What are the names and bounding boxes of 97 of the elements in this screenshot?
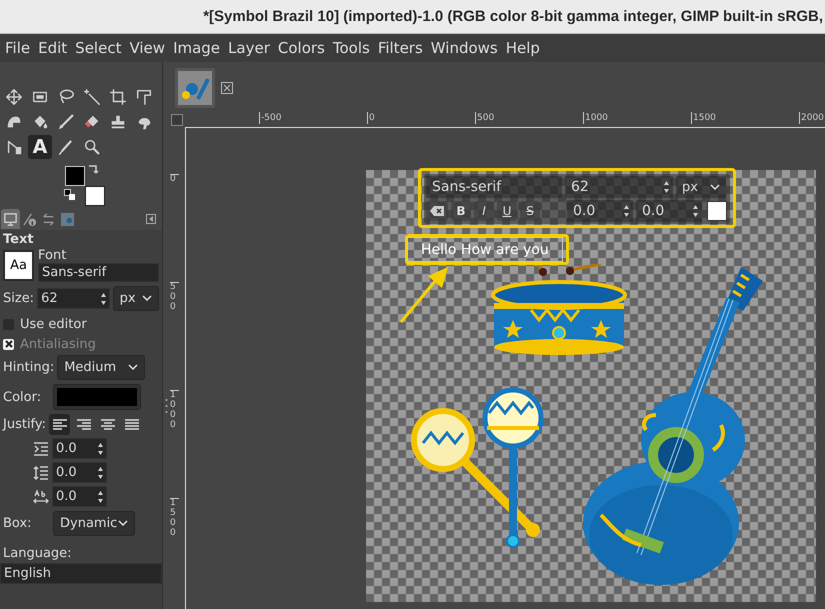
field-label: Color: <box>3 390 42 404</box>
paths-icon <box>5 138 23 156</box>
arrow-annotation <box>398 266 450 324</box>
justify-left-icon <box>52 418 67 430</box>
field-label: Language: <box>3 546 73 561</box>
swap-arrow-icon[interactable] <box>87 163 99 175</box>
kerning-field[interactable]: 0.0 <box>636 200 702 222</box>
spinner-icon[interactable] <box>97 466 104 480</box>
stamp-icon <box>109 113 127 131</box>
ruler-label: 1000 <box>583 112 608 124</box>
spacing-field[interactable]: 0.0 <box>52 438 107 459</box>
chevron-down-icon <box>118 520 128 527</box>
size-field[interactable]: 62 <box>37 288 110 309</box>
checkbox-label: Antialiasing <box>20 336 96 352</box>
chevron-down-icon <box>142 295 152 302</box>
info-icon <box>22 212 37 226</box>
tool-button[interactable]: A <box>28 135 52 159</box>
crop-icon <box>109 88 127 106</box>
magic-wand-icon <box>83 88 101 106</box>
brush-icon <box>57 113 75 131</box>
menu-item[interactable]: Help <box>502 39 544 57</box>
dock-menu-icon[interactable] <box>146 214 156 224</box>
default-colors-icon[interactable] <box>64 189 76 201</box>
x-mark-icon <box>4 340 12 348</box>
line-spacing-icon <box>33 464 49 480</box>
baseline-field[interactable]: 0.0 <box>567 200 633 222</box>
menu-item[interactable]: Select <box>71 39 126 57</box>
text-color-button[interactable] <box>707 201 727 221</box>
menu-item[interactable]: Image <box>169 39 224 57</box>
justify-right-icon <box>76 418 91 430</box>
justify-button[interactable] <box>49 414 70 435</box>
image-thumbnail-icon <box>60 212 75 226</box>
indent-icon <box>33 440 49 456</box>
ruler-label: 500 <box>475 112 494 124</box>
close-icon[interactable] <box>221 82 233 94</box>
spinner-icon[interactable] <box>97 442 104 456</box>
spinner-icon[interactable] <box>692 204 699 218</box>
foreground-color-swatch[interactable] <box>65 166 85 186</box>
language-field[interactable]: English <box>0 563 162 584</box>
letter-spacing-icon <box>33 488 49 504</box>
justify-center-icon <box>100 418 115 430</box>
style-button[interactable]: U <box>497 201 517 221</box>
ruler-label: 2000 <box>799 112 824 124</box>
font-preview-button[interactable]: Aa <box>3 250 34 281</box>
ruler-label: 0 <box>367 112 375 124</box>
field-label: Box: <box>3 516 33 531</box>
monitor-icon <box>3 212 18 226</box>
image-tab[interactable] <box>175 68 215 108</box>
quick-mask-toggle[interactable] <box>171 114 183 126</box>
backspace-icon <box>430 206 444 216</box>
spinner-icon[interactable] <box>623 204 630 218</box>
clear-style-button[interactable] <box>426 201 448 221</box>
image-thumbnail <box>178 71 212 105</box>
font-field[interactable]: Sans-serif <box>38 263 159 282</box>
menu-item[interactable]: File <box>1 39 34 57</box>
checkbox-label: Use editor <box>20 316 87 332</box>
menu-item[interactable]: Layer <box>224 39 274 57</box>
chevron-down-icon <box>128 364 138 371</box>
box-mode-dropdown[interactable]: Dynamic <box>53 511 135 536</box>
menu-item[interactable]: Windows <box>426 39 502 57</box>
menu-item[interactable]: Filters <box>374 39 427 57</box>
justify-fill-icon <box>124 418 139 430</box>
menu-item[interactable]: Tools <box>328 39 374 57</box>
zoom-icon <box>83 138 101 156</box>
spacing-field[interactable]: 0.0 <box>52 462 107 483</box>
transform-icon <box>135 88 153 106</box>
size-field[interactable]: 62 <box>565 176 673 198</box>
field-label: Font <box>38 248 68 263</box>
color-button[interactable] <box>53 384 141 410</box>
panel-title: Text <box>3 232 35 247</box>
spinner-icon[interactable] <box>97 490 104 504</box>
style-button[interactable]: I <box>474 201 494 221</box>
unit-dropdown[interactable]: px <box>112 286 159 311</box>
menu-item[interactable]: Edit <box>34 39 72 57</box>
style-button[interactable]: B <box>451 201 471 221</box>
lasso-icon <box>57 88 75 106</box>
style-button[interactable]: S <box>520 201 540 221</box>
ruler-label: 1500 <box>691 112 716 124</box>
dock-tab[interactable] <box>1 209 20 229</box>
spinner-icon[interactable] <box>100 292 107 306</box>
spacing-field[interactable]: 0.0 <box>52 486 107 507</box>
ruler-label: -500 <box>259 112 282 124</box>
spinner-icon[interactable] <box>663 180 670 194</box>
field-label: Justify: <box>3 417 46 432</box>
menu-item[interactable]: Colors <box>274 39 329 57</box>
move-icon <box>5 88 23 106</box>
background-color-swatch[interactable] <box>85 186 105 206</box>
undo-icon <box>41 212 56 226</box>
field-label: Hinting: <box>3 360 54 375</box>
font-field[interactable]: Sans-serif <box>426 176 562 198</box>
chevron-down-icon <box>710 184 720 190</box>
unit-dropdown[interactable]: px <box>676 176 726 198</box>
field-label: Size: <box>3 291 34 306</box>
hinting-dropdown[interactable]: Medium <box>57 355 146 380</box>
pane-handle-icon[interactable] <box>164 398 168 414</box>
menu-item[interactable]: View <box>125 39 170 57</box>
window-title: *[Symbol Brazil 10] (imported)-1.0 (RGB color 8-bit gamma integer, GIMP built-in sRGB, <box>203 8 824 25</box>
